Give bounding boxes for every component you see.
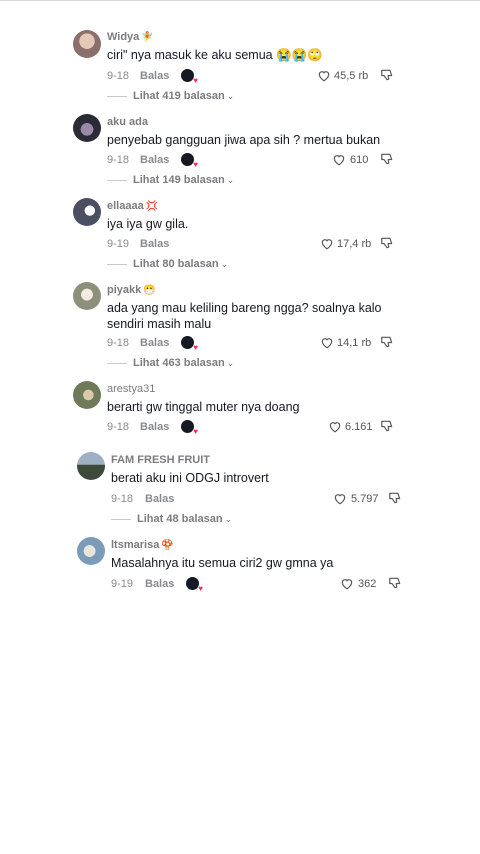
like-count: 5.797 <box>351 493 379 505</box>
comment-text: iya iya gw gila. <box>107 217 189 231</box>
view-replies-button[interactable]: Lihat 149 balasan ⌄ <box>107 174 234 186</box>
comment-text: ciri" nya masuk ke aku semua 😭😭🙄 <box>107 48 323 62</box>
comment-username[interactable]: arestya31 <box>107 383 155 395</box>
like-count: 362 <box>358 578 377 590</box>
view-replies-button[interactable]: Lihat 419 balasan ⌄ <box>107 90 234 102</box>
heart-outline-icon[interactable] <box>340 577 354 590</box>
thumbs-down-icon[interactable] <box>380 236 394 250</box>
comment-text: ada yang mau keliling bareng ngga? soaln… <box>107 301 382 331</box>
comment-username[interactable]: piyakk 😷 <box>107 284 156 296</box>
creator-liked-icon: ♥ <box>181 336 198 352</box>
avatar[interactable] <box>73 198 101 226</box>
comment-username[interactable]: FAM FRESH FRUIT <box>111 454 210 466</box>
comment-date: 9-18 <box>107 154 130 166</box>
comment-date: 9-18 <box>107 70 130 82</box>
reply-button[interactable]: Balas <box>140 238 169 250</box>
chevron-down-icon: ⌄ <box>220 259 229 269</box>
thumbs-down-icon[interactable] <box>380 152 394 166</box>
like-count: 45,5 rb <box>334 70 369 82</box>
reply-button[interactable]: Balas <box>145 493 174 505</box>
thumbs-down-icon[interactable] <box>388 491 402 505</box>
reply-button[interactable]: Balas <box>145 578 174 590</box>
avatar[interactable] <box>73 282 101 310</box>
thumbs-down-icon[interactable] <box>388 576 402 590</box>
comment-date: 9-19 <box>111 578 134 590</box>
heart-outline-icon[interactable] <box>333 492 347 505</box>
thumbs-down-icon[interactable] <box>380 335 394 349</box>
view-replies-button[interactable]: Lihat 80 balasan ⌄ <box>107 258 228 270</box>
comment-date: 9-18 <box>111 493 134 505</box>
comment-date: 9-18 <box>107 337 130 349</box>
reply-button[interactable]: Balas <box>140 70 169 82</box>
like-count: 17,4 rb <box>337 238 372 250</box>
comment-date: 9-19 <box>107 238 130 250</box>
like-count: 6.161 <box>345 421 373 433</box>
comment-text: Masalahnya itu semua ciri2 gw gmna ya <box>111 556 334 570</box>
chevron-down-icon: ⌄ <box>224 514 233 524</box>
creator-liked-icon: ♥ <box>181 69 198 85</box>
comment-username[interactable]: aku ada <box>107 116 148 128</box>
reply-button[interactable]: Balas <box>140 154 169 166</box>
reply-button[interactable]: Balas <box>140 421 169 433</box>
comment-username[interactable]: ltsmarisa 🍄 <box>111 539 174 551</box>
heart-outline-icon[interactable] <box>320 336 334 349</box>
top-divider <box>0 0 480 1</box>
avatar[interactable] <box>77 452 105 480</box>
comment-text: penyebab gangguan jiwa apa sih ? mertua … <box>107 133 381 147</box>
creator-liked-icon: ♥ <box>181 420 198 436</box>
comment-text: berarti gw tinggal muter nya doang <box>107 400 300 414</box>
heart-outline-icon[interactable] <box>317 69 331 82</box>
comment-username[interactable]: ellaaaa 💢 <box>107 200 158 212</box>
chevron-down-icon: ⌄ <box>226 358 235 368</box>
creator-liked-icon: ♥ <box>181 153 198 169</box>
creator-liked-icon: ♥ <box>186 577 203 593</box>
avatar[interactable] <box>73 114 101 142</box>
like-count: 610 <box>350 154 369 166</box>
view-replies-button[interactable]: Lihat 48 balasan ⌄ <box>111 513 232 525</box>
like-count: 14,1 rb <box>337 337 372 349</box>
chevron-down-icon: ⌄ <box>226 175 235 185</box>
reply-button[interactable]: Balas <box>140 337 169 349</box>
thumbs-down-icon[interactable] <box>380 419 394 433</box>
avatar[interactable] <box>73 30 101 58</box>
heart-outline-icon[interactable] <box>320 237 334 250</box>
comment-date: 9-18 <box>107 421 130 433</box>
heart-outline-icon[interactable] <box>328 420 342 433</box>
thumbs-down-icon[interactable] <box>380 68 394 82</box>
view-replies-button[interactable]: Lihat 463 balasan ⌄ <box>107 357 234 369</box>
avatar[interactable] <box>73 381 101 409</box>
chevron-down-icon: ⌄ <box>226 91 235 101</box>
avatar[interactable] <box>77 537 105 565</box>
heart-outline-icon[interactable] <box>332 153 346 166</box>
comment-text: berati aku ini ODGJ introvert <box>111 471 269 485</box>
comment-username[interactable]: Widya 🧚 <box>107 31 154 43</box>
